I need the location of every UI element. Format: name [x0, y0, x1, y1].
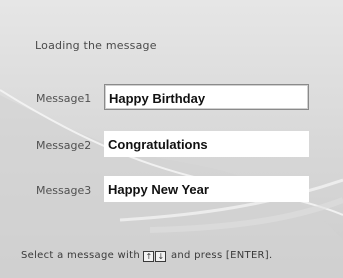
instruction-suffix: and press [ENTER].: [170, 250, 273, 261]
message-row-2: Message2 Congratulations: [0, 131, 343, 161]
message-option-2[interactable]: Congratulations: [104, 131, 309, 157]
message-label: Message3: [36, 184, 92, 197]
message-label: Message2: [36, 139, 92, 152]
message-text: Happy New Year: [108, 182, 209, 197]
message-option-1[interactable]: Happy Birthday: [104, 84, 309, 110]
loading-message-screen: Loading the message Message1 Happy Birth…: [0, 0, 343, 278]
instruction-prefix: Select a message with: [21, 250, 140, 261]
message-text: Congratulations: [108, 137, 208, 152]
message-row-3: Message3 Happy New Year: [0, 176, 343, 206]
message-option-3[interactable]: Happy New Year: [104, 176, 309, 202]
message-label: Message1: [36, 92, 92, 105]
message-row-1: Message1 Happy Birthday: [0, 84, 343, 114]
down-arrow-key-icon: ↓: [155, 251, 167, 262]
loading-heading: Loading the message: [35, 39, 157, 52]
instruction-text: Select a message with ↑ ↓ and press [ENTE…: [21, 250, 273, 262]
up-arrow-key-icon: ↑: [143, 251, 155, 262]
message-text: Happy Birthday: [109, 91, 206, 106]
